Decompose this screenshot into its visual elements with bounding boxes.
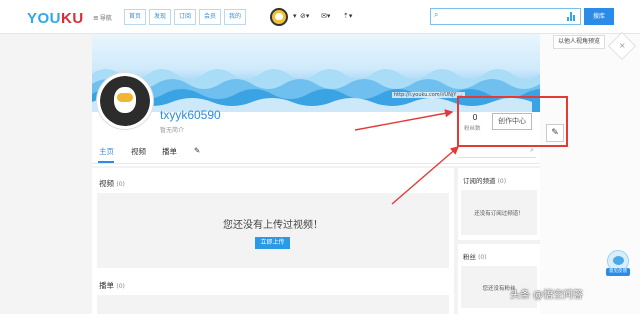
annotation-arrows bbox=[354, 109, 460, 205]
